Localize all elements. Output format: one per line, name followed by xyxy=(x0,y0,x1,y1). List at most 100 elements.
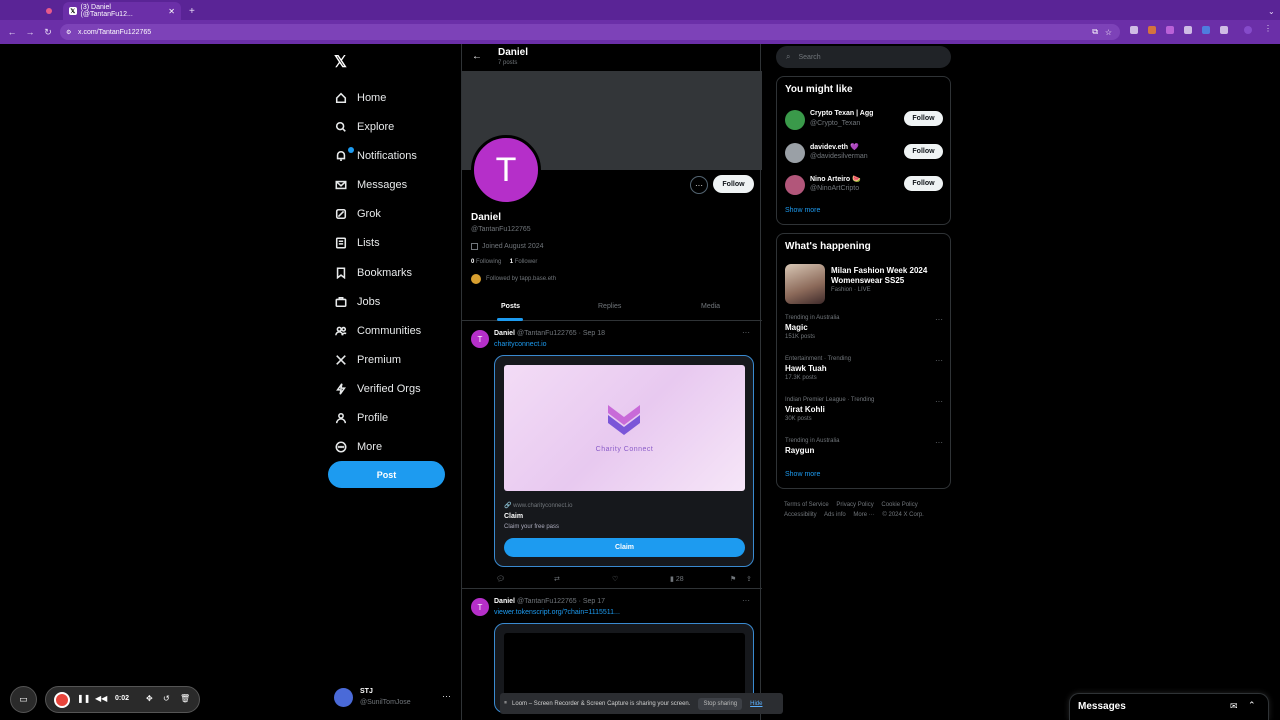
more-dots-icon[interactable]: ··· xyxy=(442,691,451,701)
tab-search-chevron-icon[interactable]: ⌄ xyxy=(1262,2,1280,20)
profile-avatar-icon[interactable] xyxy=(1244,26,1252,34)
sidebar-item-jobs[interactable]: Jobs xyxy=(334,291,380,313)
pause-icon[interactable]: ❚❚ xyxy=(77,694,90,703)
trend-item[interactable]: Trending in Australia Magic 151K posts ··· xyxy=(785,315,945,340)
new-message-icon[interactable]: ✉ xyxy=(1230,701,1238,712)
more-dots-icon[interactable]: ··· xyxy=(935,397,943,406)
sidebar-item-home[interactable]: Home xyxy=(334,87,386,109)
more-dots-icon[interactable]: ··· xyxy=(742,328,750,337)
install-icon[interactable]: ⧉ xyxy=(1092,27,1098,37)
footer-link[interactable]: Accessibility xyxy=(784,512,817,518)
sidebar-item-messages[interactable]: Messages xyxy=(334,174,407,196)
extension-icon[interactable] xyxy=(1184,26,1192,34)
rewind-icon[interactable]: ◀◀ xyxy=(95,694,107,703)
sidebar-item-notifications[interactable]: Notifications xyxy=(334,145,417,167)
footer-link[interactable]: Terms of Service xyxy=(784,502,829,508)
more-options-button[interactable]: ··· xyxy=(690,176,708,194)
trend-item[interactable]: Trending in Australia Raygun ··· xyxy=(785,438,945,455)
restart-icon[interactable]: ↺ xyxy=(163,694,170,703)
more-dots-icon[interactable]: ··· xyxy=(935,438,943,447)
card-image[interactable]: Charity Connect xyxy=(504,365,745,491)
follow-button[interactable]: Follow xyxy=(904,111,943,126)
footer-link[interactable]: Ads info xyxy=(824,512,846,518)
tab-close-icon[interactable]: ✕ xyxy=(168,7,175,16)
messages-drawer[interactable]: Messages ✉ ⌃ xyxy=(1069,693,1269,720)
browser-tab-inactive[interactable] xyxy=(40,2,62,20)
extension-icon[interactable] xyxy=(1202,26,1210,34)
more-dots-icon[interactable]: ··· xyxy=(742,596,750,605)
back-arrow-icon[interactable]: ← xyxy=(472,51,482,62)
avatar[interactable] xyxy=(785,175,805,195)
hide-button[interactable]: Hide xyxy=(750,701,762,707)
follow-button[interactable]: Follow xyxy=(904,176,943,191)
follow-button[interactable]: Follow xyxy=(904,144,943,159)
following-link[interactable]: 0 Following xyxy=(471,259,501,265)
url-field[interactable]: ⚙ x.com/TantanFu122765 ⧉ ☆ xyxy=(60,24,1120,40)
new-tab-button[interactable]: + xyxy=(183,2,201,20)
sidebar-item-communities[interactable]: Communities xyxy=(334,320,421,342)
browser-menu-icon[interactable]: ⋮ xyxy=(1264,24,1272,33)
stop-recording-button[interactable] xyxy=(54,692,70,708)
sidebar-item-more[interactable]: More xyxy=(334,436,382,458)
show-more-link[interactable]: Show more xyxy=(785,207,820,214)
trend-feature-title[interactable]: Milan Fashion Week 2024 Womenswear SS25 xyxy=(831,266,946,286)
extensions-puzzle-icon[interactable] xyxy=(1220,26,1228,34)
footer-link[interactable]: Cookie Policy xyxy=(881,502,917,508)
avatar[interactable]: T xyxy=(471,598,489,616)
avatar[interactable] xyxy=(785,143,805,163)
suggested-user[interactable]: davidev.eth 💜 @davidesilverman Follow xyxy=(785,142,945,166)
reply-icon[interactable]: 💬︎ xyxy=(496,575,505,583)
more-dots-icon[interactable]: ··· xyxy=(935,315,943,324)
sidebar-item-lists[interactable]: Lists xyxy=(334,232,380,254)
more-dots-icon[interactable]: ··· xyxy=(935,356,943,365)
x-logo-icon[interactable]: 𝕏 xyxy=(334,52,347,72)
back-arrow-icon[interactable]: ← xyxy=(6,27,18,37)
forward-arrow-icon[interactable]: → xyxy=(24,27,36,37)
stop-sharing-button[interactable]: Stop sharing xyxy=(698,697,743,710)
followers-link[interactable]: 1 Follower xyxy=(510,259,538,265)
trend-item[interactable]: Indian Premier League · Trending Virat Ko… xyxy=(785,397,945,422)
footer-link[interactable]: Privacy Policy xyxy=(836,502,873,508)
extension-icon[interactable] xyxy=(1148,26,1156,34)
views-button[interactable]: ▮ 28 xyxy=(670,575,684,583)
trend-item[interactable]: Entertainment · Trending Hawk Tuah 17.3K p… xyxy=(785,356,945,381)
share-icon[interactable]: ⇪ xyxy=(746,575,752,583)
extension-icon[interactable] xyxy=(1130,26,1138,34)
trend-image[interactable] xyxy=(785,264,825,304)
post-button[interactable]: Post xyxy=(328,461,445,488)
tweet-link[interactable]: viewer.tokenscript.org/?chain=1115511... xyxy=(494,609,620,616)
account-switcher[interactable]: STJ @SunilTomJose ··· xyxy=(334,686,454,710)
extension-icon[interactable] xyxy=(1166,26,1174,34)
show-more-link[interactable]: Show more xyxy=(785,471,820,478)
tab-media[interactable]: Media xyxy=(701,303,720,310)
suggested-user[interactable]: Crypto Texan | Agg @Crypto_Texan Follow xyxy=(785,109,945,133)
sidebar-item-bookmarks[interactable]: Bookmarks xyxy=(334,262,412,284)
draw-icon[interactable]: ✥ xyxy=(146,694,153,703)
site-info-icon[interactable]: ⚙ xyxy=(66,29,71,36)
sidebar-item-verified-orgs[interactable]: Verified Orgs xyxy=(334,378,421,400)
browser-tab-active[interactable]: 𝕏 (3) Daniel (@TantanFu12... ✕ xyxy=(63,2,181,20)
tab-posts[interactable]: Posts xyxy=(501,303,520,310)
bookmark-icon[interactable]: ⚑ xyxy=(730,575,736,583)
profile-avatar[interactable]: T xyxy=(471,135,541,205)
follow-button[interactable]: Follow xyxy=(713,175,754,193)
tab-replies[interactable]: Replies xyxy=(598,303,621,310)
claim-button[interactable]: Claim xyxy=(504,538,745,557)
suggested-user[interactable]: Nino Arteiro 🍉 @NinoArtCripto Follow xyxy=(785,174,945,198)
trash-icon[interactable]: 🗑︎ xyxy=(180,694,190,703)
link-card[interactable]: Charity Connect 🔗 www.charityconnect.io … xyxy=(494,355,754,567)
tweet-author[interactable]: Daniel xyxy=(494,598,515,605)
avatar[interactable] xyxy=(785,110,805,130)
sidebar-item-premium[interactable]: Premium xyxy=(334,349,401,371)
expand-icon[interactable]: ⌃ xyxy=(1248,700,1256,711)
tweet[interactable]: T Daniel @TantanFu122765 · Sep 18 ··· ch… xyxy=(462,325,762,589)
reload-icon[interactable]: ↻ xyxy=(42,27,54,38)
followed-by[interactable]: Followed by tapp.base.eth xyxy=(471,274,556,284)
tweet-author[interactable]: Daniel xyxy=(494,330,515,337)
sidebar-item-explore[interactable]: Explore xyxy=(334,116,394,138)
tweet-link[interactable]: charityconnect.io xyxy=(494,341,547,348)
bookmark-star-icon[interactable]: ☆ xyxy=(1105,28,1112,37)
camera-icon[interactable]: ▭ xyxy=(10,686,37,713)
footer-link[interactable]: More ··· xyxy=(853,512,874,518)
avatar[interactable]: T xyxy=(471,330,489,348)
